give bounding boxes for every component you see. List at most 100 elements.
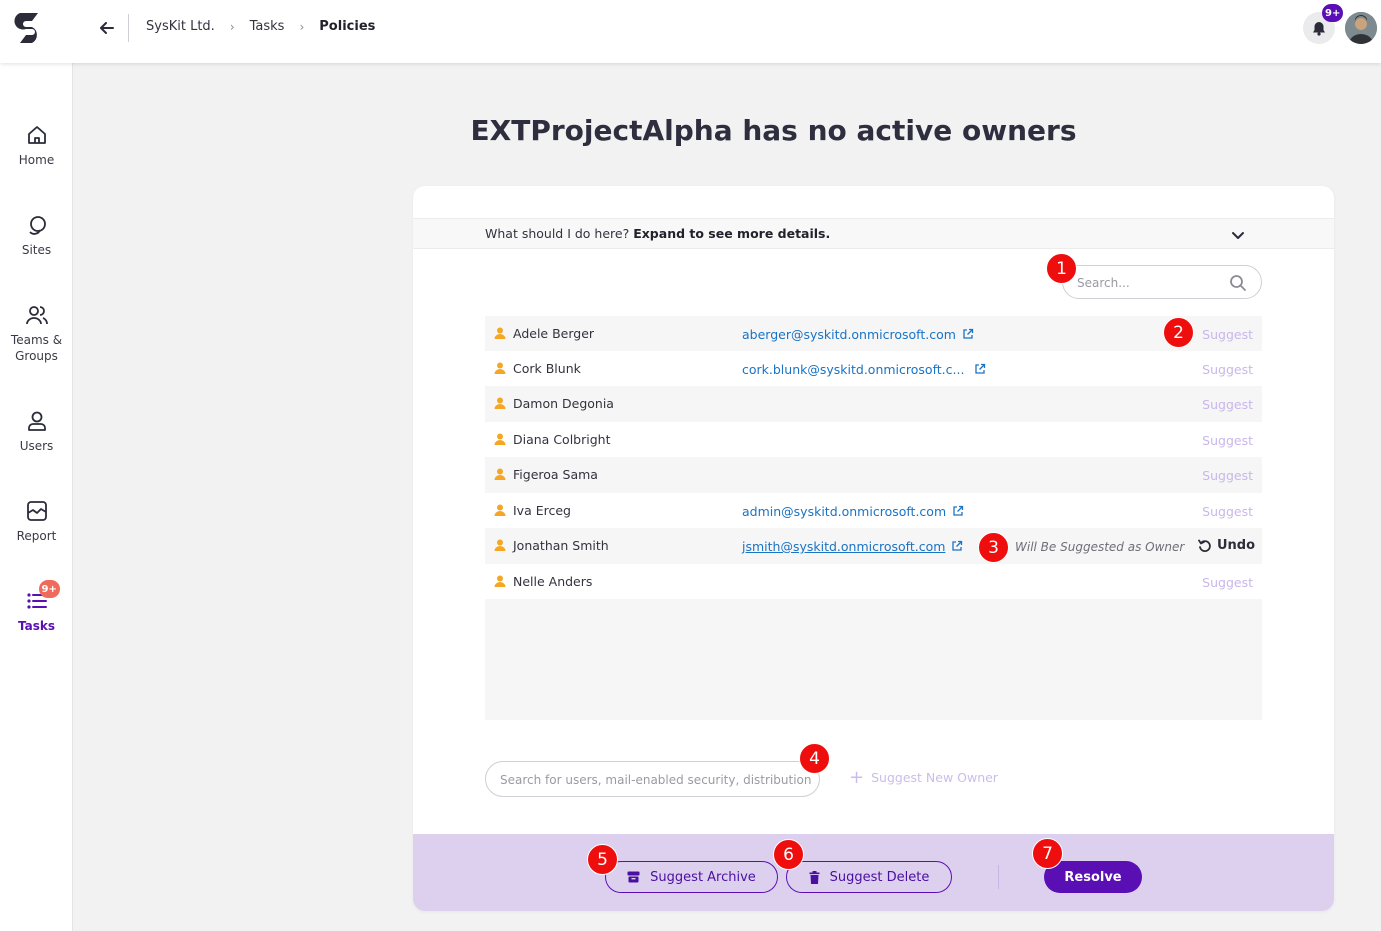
user-name: Figeroa Sama bbox=[513, 467, 598, 482]
table-row: Figeroa Sama Suggest bbox=[485, 457, 1262, 492]
sidebar-label-report: Report bbox=[16, 529, 57, 543]
user-name: Diana Colbright bbox=[513, 432, 611, 447]
sites-icon bbox=[25, 213, 49, 237]
user-name: Nelle Anders bbox=[513, 574, 593, 589]
user-avatar[interactable] bbox=[1345, 12, 1377, 44]
user-email-text: aberger@syskitd.onmicrosoft.com bbox=[742, 327, 956, 342]
search-icon[interactable] bbox=[1229, 274, 1247, 292]
suggest-delete-label: Suggest Delete bbox=[829, 869, 930, 885]
user-icon bbox=[494, 575, 506, 587]
marker-6: 6 bbox=[773, 839, 804, 870]
page-title: EXTProjectAlpha has no active owners bbox=[470, 114, 1077, 147]
marker-1: 1 bbox=[1046, 253, 1077, 284]
sidebar-item-users[interactable]: Users bbox=[0, 409, 73, 454]
user-email-text: cork.blunk@syskitd.onmicrosoft.c... bbox=[742, 362, 965, 377]
suggest-archive-button[interactable]: Suggest Archive bbox=[605, 861, 778, 893]
sidebar-item-home[interactable]: Home bbox=[0, 123, 73, 168]
suggest-new-owner-label: Suggest New Owner bbox=[871, 770, 998, 785]
external-link-icon bbox=[963, 328, 974, 339]
tasks-icon: 9+ bbox=[25, 580, 60, 613]
user-name: Adele Berger bbox=[513, 326, 595, 341]
user-icon bbox=[494, 468, 506, 480]
suggest-button[interactable]: Suggest bbox=[1202, 468, 1253, 483]
suggest-button[interactable]: Suggest bbox=[1202, 362, 1253, 377]
user-name: Iva Erceg bbox=[513, 503, 571, 518]
sidebar-item-tasks[interactable]: 9+ Tasks bbox=[0, 580, 73, 634]
user-email-link[interactable]: cork.blunk@syskitd.onmicrosoft.c... bbox=[742, 362, 986, 377]
expander-bold: Expand to see more details. bbox=[633, 226, 831, 241]
suggest-button[interactable]: Suggest bbox=[1202, 433, 1253, 448]
resolve-button[interactable]: Resolve bbox=[1044, 861, 1142, 893]
chevron-down-icon[interactable] bbox=[1230, 227, 1246, 243]
user-email-link[interactable]: aberger@syskitd.onmicrosoft.com bbox=[742, 327, 974, 342]
search-field[interactable] bbox=[1062, 265, 1262, 299]
suggest-button[interactable]: Suggest bbox=[1202, 575, 1253, 590]
back-arrow-icon[interactable] bbox=[96, 17, 118, 39]
external-link-icon bbox=[953, 505, 964, 516]
suggest-new-owner-button[interactable]: + Suggest New Owner bbox=[849, 768, 998, 786]
owner-search-field[interactable] bbox=[485, 761, 820, 797]
sidebar-label-tasks: Tasks bbox=[17, 619, 55, 633]
sidebar-label-home: Home bbox=[18, 153, 55, 167]
breadcrumb-tasks[interactable]: Tasks bbox=[250, 19, 285, 34]
user-icon bbox=[494, 327, 506, 339]
suggest-button[interactable]: Suggest bbox=[1202, 327, 1253, 342]
tasks-count-badge: 9+ bbox=[38, 580, 60, 598]
external-link-icon bbox=[952, 540, 963, 551]
external-link-icon bbox=[975, 363, 986, 374]
marker-4: 4 bbox=[799, 743, 830, 774]
suggest-button[interactable]: Suggest bbox=[1202, 397, 1253, 412]
table-row: Adele Berger aberger@syskitd.onmicrosoft… bbox=[485, 316, 1262, 351]
syskit-logo[interactable] bbox=[12, 11, 46, 45]
marker-2: 2 bbox=[1163, 317, 1194, 348]
marker-3: 3 bbox=[978, 532, 1009, 563]
user-icon bbox=[494, 539, 506, 551]
sidebar-label-teams-groups: Teams & Groups bbox=[10, 333, 63, 363]
suggested-status: Will Be Suggested as Owner bbox=[1015, 540, 1185, 554]
table-row: Iva Erceg admin@syskitd.onmicrosoft.com … bbox=[485, 493, 1262, 528]
undo-button[interactable]: Undo bbox=[1198, 538, 1255, 553]
expander-prefix: What should I do here? bbox=[485, 226, 634, 241]
details-expander[interactable]: What should I do here? Expand to see mor… bbox=[413, 218, 1334, 249]
search-input[interactable] bbox=[1077, 274, 1227, 292]
table-row: Damon Degonia Suggest bbox=[485, 386, 1262, 421]
user-email-text: jsmith@syskitd.onmicrosoft.com bbox=[742, 539, 946, 554]
user-icon bbox=[494, 397, 506, 409]
sidebar-item-report[interactable]: Report bbox=[0, 499, 73, 544]
breadcrumb-policies: Policies bbox=[319, 19, 376, 34]
owner-search-input[interactable] bbox=[500, 771, 812, 789]
user-email-link[interactable]: admin@syskitd.onmicrosoft.com bbox=[742, 504, 964, 519]
breadcrumb-syskit[interactable]: SysKit Ltd. bbox=[146, 19, 215, 34]
table-row: Nelle Anders Suggest bbox=[485, 564, 1262, 599]
suggest-button[interactable]: Suggest bbox=[1202, 504, 1253, 519]
user-name: Damon Degonia bbox=[513, 396, 614, 411]
notification-count-badge: 9+ bbox=[1322, 4, 1344, 22]
action-footer: Suggest Archive Suggest Delete Resolve bbox=[413, 834, 1334, 911]
suggest-delete-button[interactable]: Suggest Delete bbox=[786, 861, 952, 893]
archive-icon bbox=[627, 871, 640, 883]
marker-5: 5 bbox=[587, 844, 618, 875]
expander-text: What should I do here? Expand to see mor… bbox=[485, 226, 830, 241]
sidebar-item-teams-groups[interactable]: Teams & Groups bbox=[0, 303, 73, 364]
task-card: What should I do here? Expand to see mor… bbox=[413, 186, 1334, 911]
sidebar-label-users: Users bbox=[19, 439, 54, 453]
report-icon bbox=[25, 499, 49, 523]
home-icon bbox=[25, 123, 49, 147]
chevron-right-icon: › bbox=[229, 19, 235, 34]
suggest-archive-label: Suggest Archive bbox=[650, 869, 756, 885]
sidebar-label-sites: Sites bbox=[21, 243, 52, 257]
table-row: Cork Blunk cork.blunk@syskitd.onmicrosof… bbox=[485, 351, 1262, 386]
breadcrumb: SysKit Ltd. › Tasks › Policies bbox=[146, 19, 375, 34]
user-icon bbox=[494, 504, 506, 516]
user-icon bbox=[494, 433, 506, 445]
sidebar: Home Sites Teams & Groups Users Report 9+… bbox=[0, 63, 73, 931]
user-icon bbox=[25, 409, 49, 433]
teams-icon bbox=[25, 303, 49, 327]
footer-divider bbox=[998, 865, 999, 889]
undo-icon bbox=[1198, 539, 1211, 552]
user-icon bbox=[494, 362, 506, 374]
sidebar-item-sites[interactable]: Sites bbox=[0, 213, 73, 258]
user-email-link[interactable]: jsmith@syskitd.onmicrosoft.com bbox=[742, 539, 963, 554]
marker-7: 7 bbox=[1032, 838, 1063, 869]
table-row: Diana Colbright Suggest bbox=[485, 422, 1262, 457]
